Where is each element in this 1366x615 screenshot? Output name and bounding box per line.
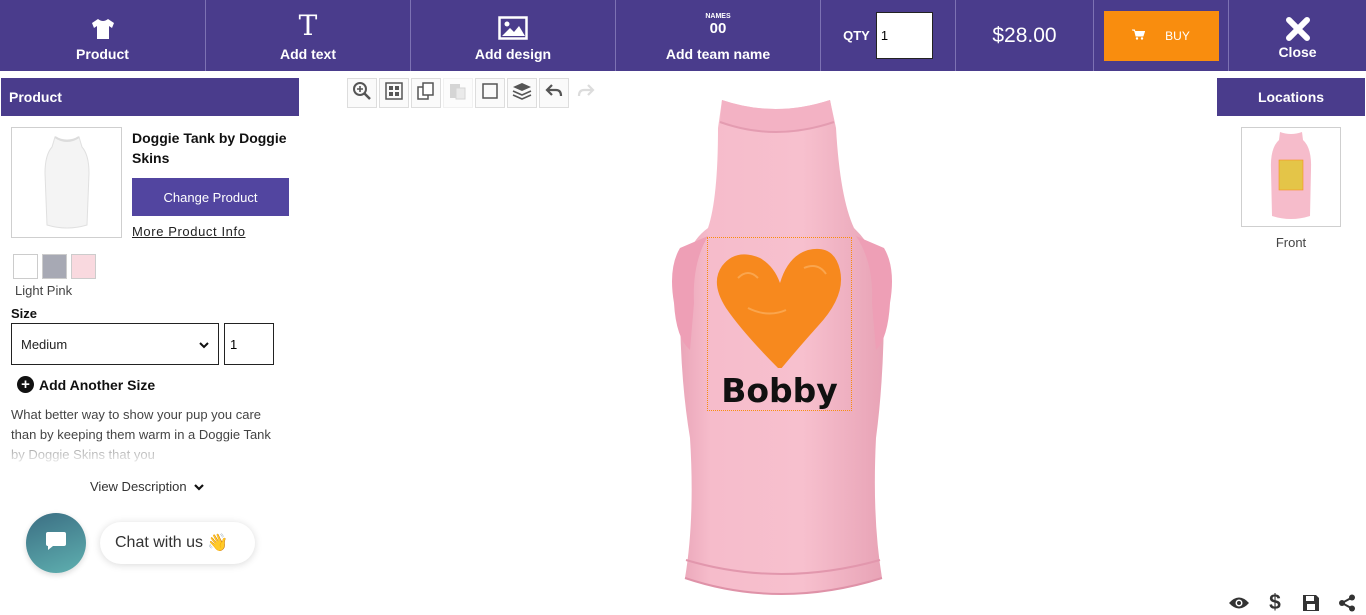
layers-tool[interactable] xyxy=(507,78,537,108)
size-select[interactable]: Medium xyxy=(11,323,219,365)
buy-group: BUY xyxy=(1094,0,1229,71)
save-disk-icon[interactable] xyxy=(1300,592,1322,614)
zoom-in-tool[interactable] xyxy=(347,78,377,108)
color-swatch-light-pink[interactable] xyxy=(71,254,96,279)
add-team-name-tab[interactable]: NAMES 00 Add team name xyxy=(616,0,821,71)
product-description: What better way to show your pup you car… xyxy=(11,405,276,465)
quantity-group: QTY xyxy=(821,0,956,71)
color-swatch-gray[interactable] xyxy=(42,254,67,279)
add-design-label: Add design xyxy=(474,45,552,62)
undo-tool[interactable] xyxy=(539,78,569,108)
chat-with-us-prompt[interactable]: Chat with us 👋 xyxy=(100,522,255,564)
close-button[interactable]: Close xyxy=(1229,0,1366,71)
redo-tool[interactable] xyxy=(571,78,601,108)
select-tool[interactable] xyxy=(475,78,505,108)
color-swatches xyxy=(13,254,96,279)
cart-icon xyxy=(1132,29,1146,43)
duplicate-tool[interactable] xyxy=(411,78,441,108)
pricing-dollar-icon[interactable]: $ xyxy=(1264,591,1286,614)
close-label: Close xyxy=(1278,43,1317,60)
design-selection-box[interactable]: Bobby xyxy=(707,237,852,411)
paste-icon xyxy=(448,81,468,106)
preview-eye-icon[interactable] xyxy=(1228,592,1250,614)
chevron-down-icon xyxy=(199,337,209,352)
zoom-in-icon xyxy=(352,81,372,106)
add-text-label: Add text xyxy=(280,45,336,62)
quantity-label: QTY xyxy=(843,28,870,43)
team-names-icon: NAMES 00 xyxy=(705,13,731,37)
tshirt-icon xyxy=(90,10,116,40)
front-preview-image xyxy=(1270,132,1312,219)
quantity-input[interactable] xyxy=(875,12,933,59)
close-icon xyxy=(1285,12,1311,42)
color-swatch-white[interactable] xyxy=(13,254,38,279)
view-description-label: View Description xyxy=(90,479,187,494)
layers-icon xyxy=(511,81,533,106)
product-tab-label: Product xyxy=(76,45,129,62)
bottom-actions: $ xyxy=(1228,591,1358,614)
heart-graphic xyxy=(716,249,841,368)
center-tool[interactable] xyxy=(379,78,409,108)
wave-icon: 👋 xyxy=(207,533,229,552)
product-panel-heading: Product xyxy=(1,78,299,116)
buy-button[interactable]: BUY xyxy=(1103,10,1219,61)
redo-icon xyxy=(576,82,596,105)
buy-label: BUY xyxy=(1165,28,1190,43)
text-icon: T xyxy=(298,8,318,42)
size-select-value: Medium xyxy=(21,336,68,352)
undo-icon xyxy=(544,82,564,105)
paste-tool[interactable] xyxy=(443,78,473,108)
share-icon[interactable] xyxy=(1336,592,1358,614)
add-design-tab[interactable]: Add design xyxy=(411,0,616,71)
image-icon xyxy=(498,10,528,40)
description-fade xyxy=(11,441,276,465)
locations-heading: Locations xyxy=(1217,78,1365,116)
chat-bubble-icon xyxy=(45,531,67,556)
chat-label: Chat with us xyxy=(115,534,204,551)
selected-color-name: Light Pink xyxy=(15,283,73,298)
size-quantity-input[interactable] xyxy=(224,323,274,365)
price-display: $28.00 xyxy=(956,0,1094,71)
grid-icon xyxy=(385,81,403,105)
product-thumbnail xyxy=(11,127,122,238)
add-team-name-label: Add team name xyxy=(665,45,771,62)
location-label-front: Front xyxy=(1275,235,1307,250)
product-name: Doggie Tank by Doggie Skins xyxy=(132,130,287,166)
chat-launcher-button[interactable] xyxy=(26,513,86,573)
design-name-text: Bobby xyxy=(721,371,838,410)
more-product-info-link[interactable]: More Product Info xyxy=(132,224,246,239)
add-another-size-label: Add Another Size xyxy=(39,376,156,393)
square-icon xyxy=(481,82,499,105)
design-tools xyxy=(347,78,601,108)
copy-icon xyxy=(416,81,436,106)
change-product-button[interactable]: Change Product xyxy=(132,178,289,216)
product-tab[interactable]: Product xyxy=(0,0,206,71)
add-another-size-button[interactable]: + Add Another Size xyxy=(17,376,155,393)
chevron-down-icon xyxy=(194,479,204,494)
location-thumbnail-front[interactable] xyxy=(1241,127,1341,227)
plus-circle-icon: + xyxy=(17,376,34,393)
add-text-tab[interactable]: T Add text xyxy=(206,0,411,71)
view-description-toggle[interactable]: View Description xyxy=(90,479,204,494)
size-label: Size xyxy=(11,306,38,321)
top-toolbar: Product T Add text Add design NAMES 00 A… xyxy=(0,0,1366,71)
